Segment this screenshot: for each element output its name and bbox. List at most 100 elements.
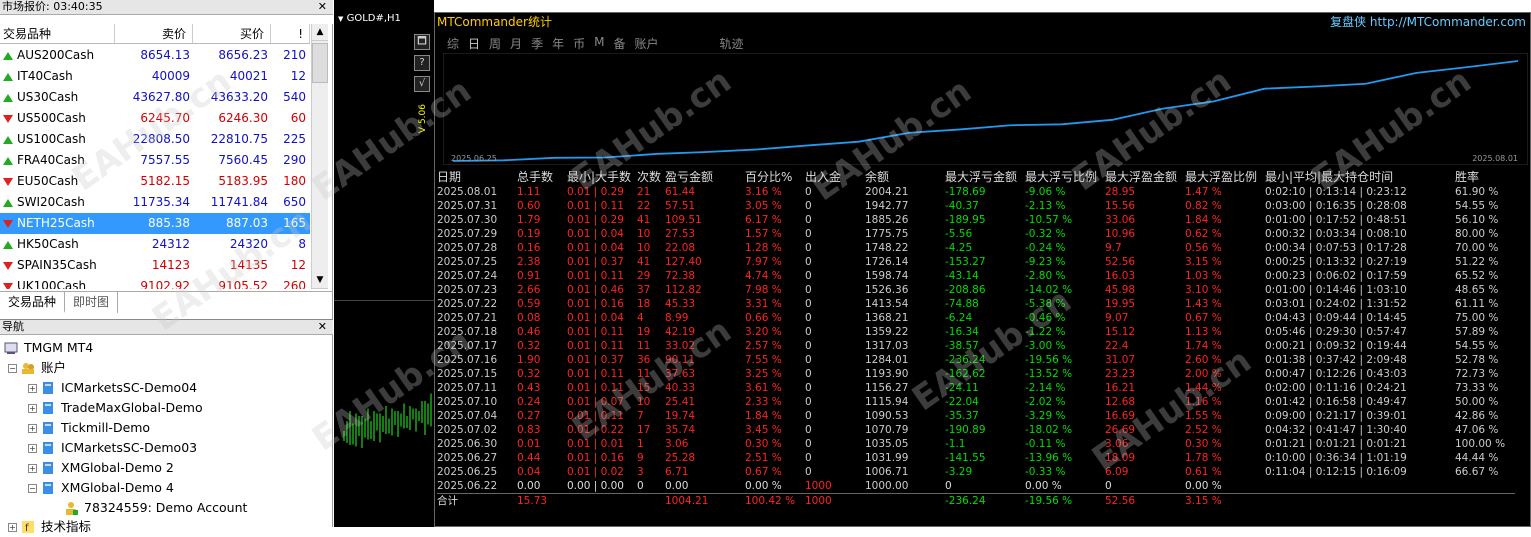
stats-col-header: 余额 [865,170,890,184]
period-tab[interactable]: 币 [573,35,585,52]
stats-cell: 0.00 | 0.00 [567,480,624,492]
symbol-cell: US500Cash [0,108,115,129]
stats-cell: 45.33 [665,298,696,310]
stats-cell: 2025.07.02 [437,424,498,436]
expand-icon[interactable]: + [28,443,37,453]
close-icon[interactable]: ✕ [318,0,327,14]
market-row[interactable]: US100Cash 22808.50 22810.75 225 [0,129,310,150]
ask-cell: 8656.23 [218,48,268,62]
stats-cell: 1193.90 [865,368,909,380]
collapse-icon[interactable]: − [28,483,37,493]
period-tab[interactable]: 综 [447,35,459,52]
period-tab[interactable]: 周 [489,35,501,52]
close-icon[interactable]: ✕ [318,320,327,334]
market-row[interactable]: EU50Cash 5182.15 5183.95 180 [0,171,310,192]
stats-cell: 0.01 | 0.01 [567,438,624,450]
menu-icon[interactable]: ? [414,55,430,71]
expand-icon[interactable]: + [28,463,37,473]
nav-server-item[interactable]: + TradeMaxGlobal-Demo [28,398,203,418]
tab-tick-chart[interactable]: 即时图 [65,292,119,313]
stats-cell: 22 [637,200,651,212]
market-scrollbar[interactable]: ▲ ▼ [311,24,328,289]
nav-indicators[interactable]: + f 技术指标 [8,517,91,537]
arrow-up-icon [3,51,13,60]
stats-cell: 2025.06.27 [437,452,498,464]
market-row[interactable]: SWI20Cash 11735.34 11741.84 650 [0,192,310,213]
stats-col-header: 日期 [437,170,462,184]
period-tab[interactable]: 季 [531,35,543,52]
nav-server-item[interactable]: − XMGlobal-Demo 4 [28,478,174,498]
stats-cell: 0 [805,200,812,212]
stats-cell: 0.27 [517,410,541,422]
collapse-icon[interactable]: − [8,363,17,373]
chart-icon[interactable]: √ [414,76,430,92]
spread-cell: 260 [283,279,306,289]
col-ask[interactable]: 买价 [193,24,271,43]
nav-server-item[interactable]: + ICMarketsSC-Demo04 [28,378,197,398]
stats-cell: 17 [637,424,651,436]
tab-symbols[interactable]: 交易品种 [0,292,66,313]
expand-icon[interactable]: + [28,423,37,433]
stats-cell: 0:02:00 | 0:11:16 | 0:24:21 [1265,382,1407,394]
stats-cell: 48.65 % [1455,284,1499,296]
nav-server-item[interactable]: + Tickmill-Demo [28,418,150,438]
col-spread[interactable]: ! [271,24,310,43]
stats-cell: 0 [805,340,812,352]
stats-cell: 2025.07.17 [437,340,498,352]
scroll-down-icon[interactable]: ▼ [312,272,328,289]
nav-root[interactable]: TMGM MT4 [4,338,93,358]
period-tab[interactable]: 账户 [634,35,658,52]
stats-cell: 0.01 | 0.22 [567,424,624,436]
stats-cell: 42.86 % [1455,410,1499,422]
spread-cell: 210 [283,48,306,62]
scroll-thumb[interactable] [312,43,328,83]
toggle-icon[interactable]: 🗖 [414,34,430,50]
stats-cell: 16.21 [1105,382,1136,394]
scroll-up-icon[interactable]: ▲ [312,24,328,41]
nav-server-item[interactable]: + XMGlobal-Demo 2 [28,458,174,478]
stats-cell: 16.03 [1105,270,1136,282]
stats-cell: 0 [1105,480,1112,492]
period-tab[interactable]: M [594,35,604,52]
market-row[interactable]: SPAIN35Cash 14123 14135 12 [0,255,310,276]
stats-cell: 合计 [437,493,517,508]
expand-icon[interactable]: + [28,403,37,413]
market-header: 交易品种 卖价 买价 ! [0,24,310,44]
arrow-up-icon [3,240,13,249]
stats-cell: 2025.07.24 [437,270,498,282]
navigator-panel: 导航 ✕ TMGM MT4 − 账户 78324559: Demo Account … [0,319,333,534]
nav-server-item[interactable]: + ICMarketsSC-Demo03 [28,438,197,458]
nav-account-item[interactable]: 78324559: Demo Account [64,498,247,518]
market-row[interactable]: IT40Cash 40009 40021 12 [0,66,310,87]
market-row[interactable]: UK100Cash 9102.92 9105.52 260 [0,276,310,289]
period-tab[interactable]: 日 [468,35,480,52]
period-tab[interactable]: 轨迹 [720,35,744,52]
stats-cell: 54.55 % [1455,200,1499,212]
server-icon [43,442,53,454]
period-tab[interactable]: 月 [510,35,522,52]
stats-cell: 3.31 % [745,298,782,310]
market-row[interactable]: HK50Cash 24312 24320 8 [0,234,310,255]
stats-cell: -3.00 % [1025,340,1066,352]
period-tab[interactable]: 年 [552,35,564,52]
market-row[interactable]: AUS200Cash 8654.13 8656.23 210 [0,45,310,66]
stats-cell: 0.62 % [1185,228,1222,240]
bid-cell: 11735.34 [132,195,190,209]
expand-icon[interactable]: + [8,522,17,532]
stats-cell: 1.84 % [745,410,782,422]
market-row[interactable]: US30Cash 43627.80 43633.20 540 [0,87,310,108]
market-row[interactable]: FRA40Cash 7557.55 7560.45 290 [0,150,310,171]
market-row[interactable]: US500Cash 6245.70 6246.30 60 [0,108,310,129]
brand-link[interactable]: http://MTCommander.com [1370,15,1526,29]
expand-icon[interactable]: + [28,383,37,393]
ask-cell: 14135 [229,258,268,272]
market-rows: AUS200Cash 8654.13 8656.23 210 IT40Cash 4… [0,45,310,289]
col-symbol[interactable]: 交易品种 [0,24,115,43]
nav-accounts[interactable]: − 账户 [8,358,66,378]
stats-cell: 0 [805,326,812,338]
col-bid[interactable]: 卖价 [115,24,193,43]
stats-cell: 0:00:32 | 0:03:34 | 0:08:10 [1265,228,1407,240]
period-tab[interactable]: 备 [613,35,625,52]
price-chart[interactable]: ▼ GOLD#,H1 V 5.06 🗖 ? √ [334,0,434,527]
market-row[interactable]: NETH25Cash 885.38 887.03 165 [0,213,310,234]
